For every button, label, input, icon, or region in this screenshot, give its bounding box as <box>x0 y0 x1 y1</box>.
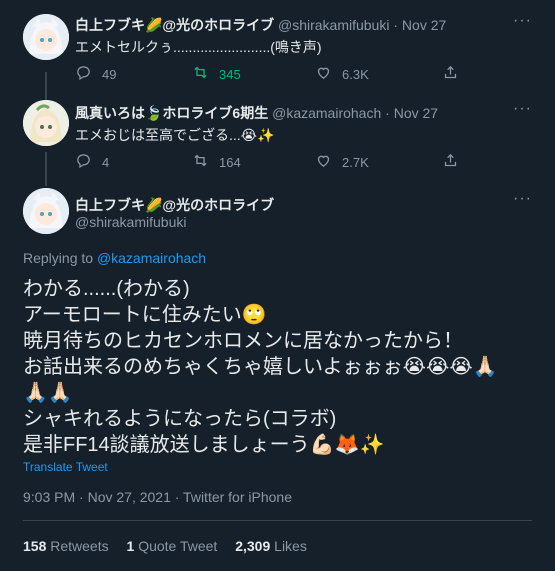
tweet-text: エメおじは至高でござる...😭✨ <box>75 127 275 143</box>
divider <box>23 520 532 521</box>
more-icon[interactable]: ··· <box>513 190 532 208</box>
tweet-line: 是非FF14談議放送しましょーう💪🏻🦊✨ <box>23 434 385 456</box>
user-handle[interactable]: @kazamairohach <box>272 105 381 121</box>
retweet-count: 345 <box>219 66 241 82</box>
more-icon[interactable]: ··· <box>513 100 532 118</box>
retweet-button[interactable]: 345 <box>192 64 241 84</box>
avatar[interactable] <box>23 14 69 60</box>
avatar[interactable] <box>23 188 69 234</box>
tweet-line: 🙏🏻🙏🏻 <box>23 382 73 404</box>
thread-line <box>45 72 47 102</box>
share-button[interactable] <box>442 152 459 172</box>
separator-dot: · <box>393 17 399 33</box>
quotes-label[interactable]: Quote Tweet <box>138 538 217 554</box>
tweet-date[interactable]: Nov 27 <box>402 17 446 33</box>
user-handle[interactable]: @shirakamifubuki <box>278 17 389 33</box>
tweet-line: お話出来るのめちゃくちゃ嬉しいよぉぉぉ😭😭😭🙏🏻 <box>23 356 498 378</box>
tweet-actions: 49 345 6.3K <box>75 64 475 84</box>
tweet-date[interactable]: Nov 27 <box>394 105 438 121</box>
likes-label[interactable]: Likes <box>274 538 307 554</box>
like-button[interactable]: 6.3K <box>315 64 369 84</box>
tweet-line: アーモロートに住みたい🙄 <box>23 304 267 326</box>
like-count: 6.3K <box>342 66 369 82</box>
avatar[interactable] <box>23 100 69 146</box>
share-icon <box>442 152 459 172</box>
share-icon <box>442 64 459 84</box>
separator-dot: · <box>385 105 390 121</box>
replying-handle-link[interactable]: @kazamairohach <box>97 250 206 266</box>
share-button[interactable] <box>442 64 459 84</box>
translate-tweet-link[interactable]: Translate Tweet <box>23 460 108 474</box>
like-button[interactable]: 2.7K <box>315 152 369 172</box>
heart-icon <box>315 64 332 84</box>
replying-label: Replying to <box>23 250 94 266</box>
reply-button[interactable]: 4 <box>75 152 109 172</box>
retweet-button[interactable]: 164 <box>192 152 241 172</box>
retweet-count: 164 <box>219 154 241 170</box>
tweet-header: 白上フブキ🌽@光のホロライブ @shirakamifubuki · Nov 27 <box>75 15 446 35</box>
user-handle[interactable]: @shirakamifubuki <box>75 214 186 230</box>
tweet-actions: 4 164 2.7K <box>75 152 475 172</box>
display-name[interactable]: 白上フブキ🌽@光のホロライブ <box>75 195 274 215</box>
like-count: 2.7K <box>342 154 369 170</box>
thread-line <box>45 152 47 186</box>
tweet-text: エメトセルクぅ.........................(鳴き声) <box>75 39 322 55</box>
display-name[interactable]: 風真いろは🍃ホロライブ6期生 <box>75 105 268 121</box>
quotes-count[interactable]: 1 <box>127 538 135 554</box>
tweet-header: 風真いろは🍃ホロライブ6期生 @kazamairohach · Nov 27 <box>75 103 438 123</box>
retweets-label[interactable]: Retweets <box>50 538 108 554</box>
tweet-timestamp[interactable]: 9:03 PM · Nov 27, 2021 · Twitter for iPh… <box>23 489 292 505</box>
retweet-icon <box>192 64 209 84</box>
tweet-line: わかる......(わかる) <box>23 278 190 300</box>
display-name[interactable]: 白上フブキ🌽@光のホロライブ <box>75 17 274 33</box>
comment-icon <box>75 152 92 172</box>
heart-icon <box>315 152 332 172</box>
tweet-stats: 158 Retweets 1 Quote Tweet 2,309 Likes <box>23 538 321 554</box>
retweets-count[interactable]: 158 <box>23 538 46 554</box>
tweet-line: 暁月待ちのヒカセンホロメンに居なかったから！ <box>23 330 463 352</box>
replying-to: Replying to @kazamairohach <box>23 250 206 266</box>
likes-count[interactable]: 2,309 <box>235 538 270 554</box>
tweet-text: わかる......(わかる) アーモロートに住みたい🙄 暁月待ちのヒカセンホロメ… <box>23 276 498 458</box>
comment-icon <box>75 64 92 84</box>
tweet-line: シャキれるようになったら(コラボ) <box>23 408 337 430</box>
reply-count: 4 <box>102 154 110 170</box>
reply-button[interactable]: 49 <box>75 64 116 84</box>
retweet-icon <box>192 152 209 172</box>
more-icon[interactable]: ··· <box>513 12 532 30</box>
reply-count: 49 <box>102 66 117 82</box>
